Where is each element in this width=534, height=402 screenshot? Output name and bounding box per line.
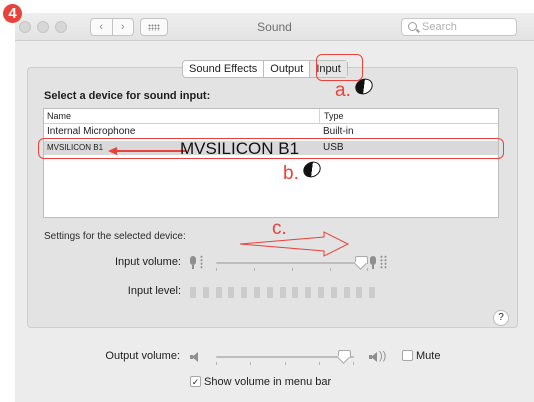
tab-output[interactable]: Output xyxy=(263,61,309,77)
input-level-segment xyxy=(305,287,312,298)
input-level-segment xyxy=(292,287,299,298)
input-level-segment xyxy=(202,287,209,298)
device-type: Built-in xyxy=(323,126,354,137)
input-level-segment xyxy=(266,287,273,298)
arrow-left-icon xyxy=(108,147,186,155)
device-name: Internal Microphone xyxy=(47,126,136,137)
input-level-label: Input level: xyxy=(127,285,181,297)
input-tab-highlight xyxy=(316,54,363,81)
input-device-table: Name Type Internal Microphone Built-in M… xyxy=(43,108,499,218)
show-volume-checkbox[interactable]: ✓ xyxy=(190,376,201,387)
slider-tick xyxy=(367,268,368,271)
slider-tick xyxy=(250,362,251,365)
step-b-label: b. xyxy=(283,163,299,184)
input-volume-knob[interactable] xyxy=(355,256,369,268)
input-level-segment xyxy=(241,287,248,298)
mic-dots-icon xyxy=(200,255,203,269)
input-level-segment xyxy=(369,287,376,298)
speaker-low-icon xyxy=(190,352,199,362)
search-placeholder: Search xyxy=(422,21,457,33)
help-button[interactable]: ? xyxy=(493,310,509,326)
mute-label: Mute xyxy=(416,350,441,362)
input-level-segment xyxy=(190,287,196,298)
column-header-type[interactable]: Type xyxy=(319,109,344,123)
mic-dots-icon xyxy=(384,255,387,269)
slider-tick xyxy=(353,362,354,365)
tab-sound-effects[interactable]: Sound Effects xyxy=(183,61,263,77)
device-callout-label: MVSILICON B1 xyxy=(180,139,300,158)
output-volume-knob[interactable] xyxy=(337,350,351,362)
search-field[interactable]: Search xyxy=(401,18,517,36)
speaker-high-icon xyxy=(369,352,378,362)
settings-heading: Settings for the selected device: xyxy=(44,231,186,242)
slider-tick xyxy=(330,268,331,271)
column-header-name[interactable]: Name xyxy=(47,109,71,123)
input-level-segment xyxy=(279,287,286,298)
input-level-segment xyxy=(254,287,260,298)
microphone-low-icon xyxy=(189,256,197,269)
slider-tick xyxy=(216,362,217,365)
slider-tick xyxy=(285,362,286,365)
slider-tick xyxy=(292,268,293,271)
slider-tick xyxy=(254,268,255,271)
input-level-segment xyxy=(330,287,337,298)
mute-checkbox[interactable] xyxy=(402,350,413,361)
sound-waves-icon: )) xyxy=(379,350,387,362)
search-icon xyxy=(408,22,417,31)
input-level-segment xyxy=(228,287,235,298)
title-bar: ‹ › Sound Search xyxy=(15,13,534,41)
output-volume-slider[interactable] xyxy=(216,356,354,358)
device-list-heading: Select a device for sound input: xyxy=(44,90,211,102)
input-level-segment xyxy=(318,287,324,298)
input-level-segment xyxy=(215,287,222,298)
drag-right-arrow-icon xyxy=(239,231,350,257)
input-level-segment xyxy=(343,287,350,298)
input-volume-slider[interactable] xyxy=(216,262,368,264)
slider-tick xyxy=(319,362,320,365)
step-a-label: a. xyxy=(335,80,351,101)
table-row[interactable]: Internal Microphone Built-in xyxy=(44,125,498,139)
show-volume-label: Show volume in menu bar xyxy=(204,376,332,388)
slider-tick xyxy=(216,268,217,271)
input-volume-label: Input volume: xyxy=(114,256,181,268)
step-number-badge: 4 xyxy=(3,4,22,23)
mic-dots-icon xyxy=(380,255,383,269)
output-volume-label: Output volume: xyxy=(105,350,180,362)
input-level-segment xyxy=(356,287,363,298)
microphone-high-icon xyxy=(369,256,377,269)
table-header: Name Type xyxy=(44,109,498,124)
